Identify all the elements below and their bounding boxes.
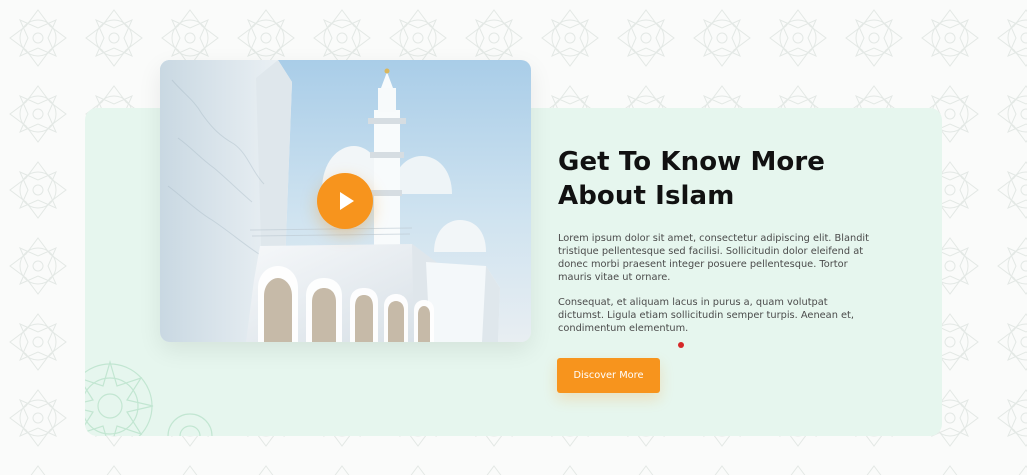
section-paragraph-1: Lorem ipsum dolor sit amet, consectetur … — [558, 233, 869, 283]
section-paragraph-2: Consequat, et aliquam lacus in purus a, … — [558, 297, 854, 334]
discover-more-button[interactable]: Discover More — [557, 358, 660, 393]
red-dot — [678, 342, 684, 348]
play-icon — [340, 192, 354, 210]
section-title: Get To Know More About Islam — [558, 147, 826, 211]
about-islam-section: Get To Know More About Islam Lorem ipsum… — [0, 0, 1027, 475]
play-button[interactable] — [317, 173, 373, 229]
